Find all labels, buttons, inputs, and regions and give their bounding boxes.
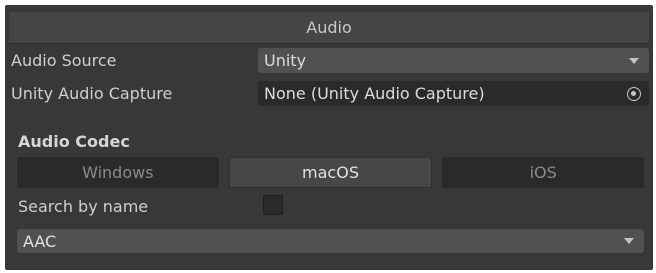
audio-source-label: Audio Source xyxy=(11,51,117,70)
tab-ios-label: iOS xyxy=(529,163,557,182)
audio-section-header[interactable]: Audio xyxy=(9,12,649,44)
tab-ios[interactable]: iOS xyxy=(442,157,645,188)
tab-macos-label: macOS xyxy=(302,163,359,182)
audio-source-dropdown[interactable]: Unity xyxy=(258,48,649,73)
chevron-down-icon xyxy=(629,57,639,64)
search-by-name-label: Search by name xyxy=(18,197,149,216)
audio-inspector-panel: Audio Audio Source Unity Unity Audio Cap… xyxy=(5,5,653,270)
tab-windows[interactable]: Windows xyxy=(17,157,219,188)
tab-windows-label: Windows xyxy=(82,163,154,182)
audio-source-value: Unity xyxy=(264,51,307,70)
target-icon[interactable] xyxy=(627,86,641,101)
audio-codec-title: Audio Codec xyxy=(18,132,130,151)
audio-codec-dropdown[interactable]: AAC xyxy=(17,229,644,253)
unity-audio-capture-field[interactable]: None (Unity Audio Capture) xyxy=(258,81,649,106)
audio-codec-value: AAC xyxy=(23,231,57,251)
chevron-down-icon xyxy=(624,238,634,244)
platform-tabs: Windows macOS iOS xyxy=(17,157,645,188)
search-by-name-checkbox[interactable] xyxy=(263,195,283,215)
tab-macos[interactable]: macOS xyxy=(228,157,433,188)
unity-audio-capture-value: None (Unity Audio Capture) xyxy=(264,84,485,103)
unity-audio-capture-label: Unity Audio Capture xyxy=(11,84,173,103)
audio-section-title: Audio xyxy=(306,18,352,37)
